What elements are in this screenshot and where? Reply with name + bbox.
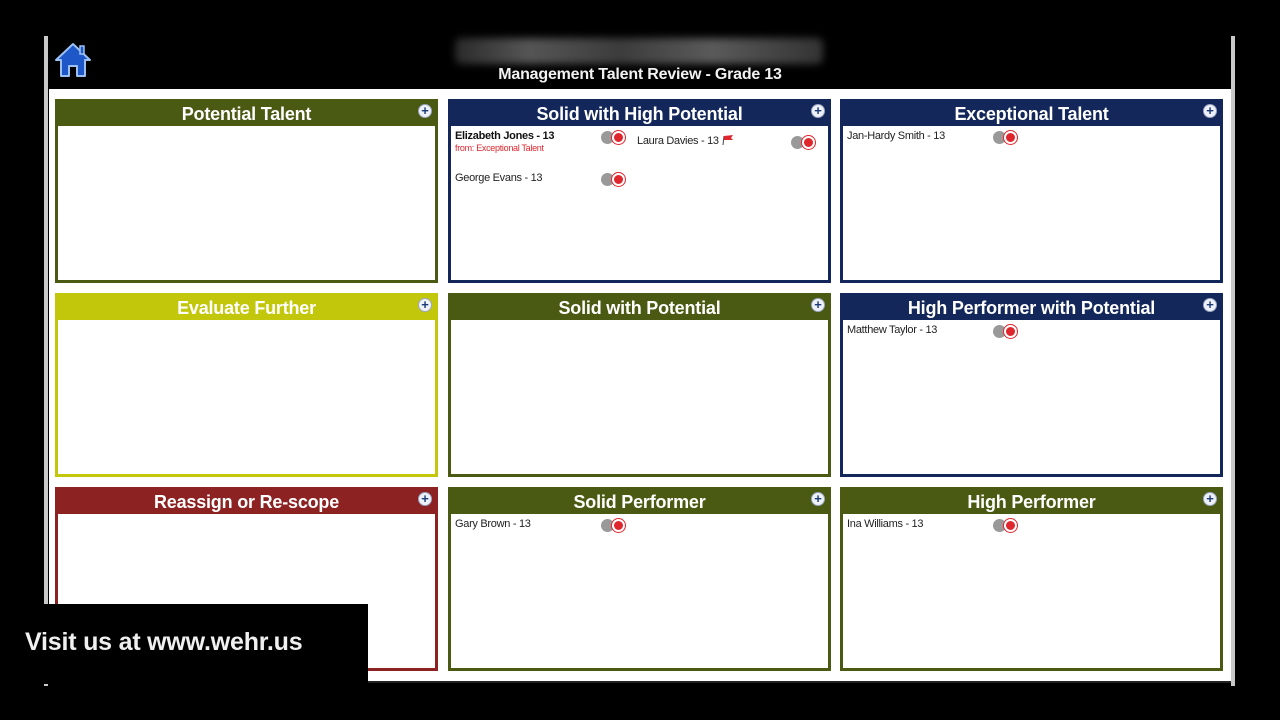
page-title: Management Talent Review - Grade 13 — [498, 66, 782, 83]
box-title: Exceptional Talent — [954, 104, 1109, 124]
remove-employee-icon[interactable] — [1004, 519, 1017, 532]
add-employee-icon[interactable]: + — [1203, 298, 1217, 312]
employee-card[interactable]: Elizabeth Jones - 13 from: Exceptional Ta… — [455, 130, 554, 153]
employee-card[interactable]: Gary Brown - 13 — [455, 518, 531, 530]
remove-employee-icon[interactable] — [1004, 325, 1017, 338]
blurred-company-name — [455, 38, 823, 64]
moved-from-note: from: Exceptional Talent — [455, 143, 544, 153]
box-title: High Performer with Potential — [907, 298, 1156, 318]
remove-employee-icon[interactable] — [1004, 131, 1017, 144]
add-employee-icon[interactable]: + — [418, 298, 432, 312]
grid-box-evaluate-further[interactable]: Evaluate Further + — [55, 293, 438, 477]
box-body: Jan-Hardy Smith - 13 — [843, 126, 1220, 280]
promo-text: Visit us at www.wehr.us — [25, 628, 303, 656]
box-header: Potential Talent + — [58, 102, 435, 126]
add-employee-icon[interactable]: + — [1203, 104, 1217, 118]
grid-box-solid-with-high-potential[interactable]: Solid with High Potential + Elizabeth Jone… — [448, 99, 831, 283]
employee-name[interactable]: Laura Davies - 13 — [637, 135, 734, 147]
box-title: Solid with High Potential — [536, 104, 743, 124]
box-body — [58, 126, 435, 280]
remove-employee-icon[interactable] — [612, 519, 625, 532]
employee-card[interactable]: Ina Williams - 13 — [847, 518, 924, 530]
box-body — [451, 320, 828, 474]
employee-controls — [993, 131, 1017, 144]
employee-card[interactable]: Matthew Taylor - 13 — [847, 324, 937, 336]
grid-box-exceptional-talent[interactable]: Exceptional Talent + Jan-Hardy Smith - 13 — [840, 99, 1223, 283]
employee-name-text: Laura Davies - 13 — [637, 135, 719, 147]
box-title: Evaluate Further — [177, 298, 316, 318]
box-body: Elizabeth Jones - 13 from: Exceptional Ta… — [451, 126, 828, 280]
employee-name-text: Jan-Hardy Smith - 13 — [847, 130, 945, 142]
employee-controls — [601, 519, 625, 532]
box-title: Potential Talent — [181, 104, 312, 124]
box-title: Solid with Potential — [558, 298, 721, 318]
employee-name[interactable]: Elizabeth Jones - 13 — [455, 130, 554, 142]
employee-name-text: Elizabeth Jones - 13 — [455, 130, 555, 142]
box-body: Gary Brown - 13 — [451, 514, 828, 668]
box-body: Ina Williams - 13 — [843, 514, 1220, 668]
employee-name[interactable]: Ina Williams - 13 — [847, 518, 924, 530]
grid-box-high-performer[interactable]: High Performer + Ina Williams - 13 — [840, 487, 1223, 671]
add-employee-icon[interactable]: + — [418, 492, 432, 506]
employee-name-text: Matthew Taylor - 13 — [847, 324, 938, 336]
employee-name[interactable]: Matthew Taylor - 13 — [847, 324, 937, 336]
employee-card[interactable]: Laura Davies - 13 — [637, 135, 734, 147]
remove-employee-icon[interactable] — [612, 173, 625, 186]
employee-card[interactable]: Jan-Hardy Smith - 13 — [847, 130, 945, 142]
talent-grid: Potential Talent + Solid with High Potenti… — [49, 89, 1231, 683]
employee-controls — [791, 136, 815, 149]
box-header: Exceptional Talent + — [843, 102, 1220, 126]
employee-name[interactable]: Jan-Hardy Smith - 13 — [847, 130, 945, 142]
box-header: High Performer + — [843, 490, 1220, 514]
box-title: Reassign or Re-scope — [153, 492, 340, 512]
employee-controls — [993, 325, 1017, 338]
employee-name[interactable]: Gary Brown - 13 — [455, 518, 531, 530]
grid-box-potential-talent[interactable]: Potential Talent + — [55, 99, 438, 283]
add-employee-icon[interactable]: + — [811, 104, 825, 118]
box-header: Solid with High Potential + — [451, 102, 828, 126]
box-header: Evaluate Further + — [58, 296, 435, 320]
employee-card[interactable]: George Evans - 13 — [455, 172, 543, 184]
add-employee-icon[interactable]: + — [1203, 492, 1217, 506]
box-body — [58, 320, 435, 474]
employee-name-text: George Evans - 13 — [455, 172, 543, 184]
add-employee-icon[interactable]: + — [811, 298, 825, 312]
add-employee-icon[interactable]: + — [811, 492, 825, 506]
grid-box-high-performer-with-potential[interactable]: High Performer with Potential + Matthew Ta… — [840, 293, 1223, 477]
employee-name[interactable]: George Evans - 13 — [455, 172, 543, 184]
box-header: Reassign or Re-scope + — [58, 490, 435, 514]
grid-box-solid-with-potential[interactable]: Solid with Potential + — [448, 293, 831, 477]
box-header: High Performer with Potential + — [843, 296, 1220, 320]
remove-employee-icon[interactable] — [802, 136, 815, 149]
box-header: Solid Performer + — [451, 490, 828, 514]
add-employee-icon[interactable]: + — [418, 104, 432, 118]
employee-name-text: Ina Williams - 13 — [847, 518, 924, 530]
employee-name-text: Gary Brown - 13 — [455, 518, 531, 530]
employee-controls — [601, 131, 625, 144]
remove-employee-icon[interactable] — [612, 131, 625, 144]
red-flag-icon — [722, 135, 733, 145]
employee-controls — [601, 173, 625, 186]
box-title: Solid Performer — [573, 492, 706, 512]
frame-right-border — [1231, 36, 1235, 686]
employee-controls — [993, 519, 1017, 532]
box-body: Matthew Taylor - 13 — [843, 320, 1220, 474]
grid-box-solid-performer[interactable]: Solid Performer + Gary Brown - 13 — [448, 487, 831, 671]
frame-left-border — [44, 36, 48, 686]
box-header: Solid with Potential + — [451, 296, 828, 320]
box-title: High Performer — [967, 492, 1096, 512]
